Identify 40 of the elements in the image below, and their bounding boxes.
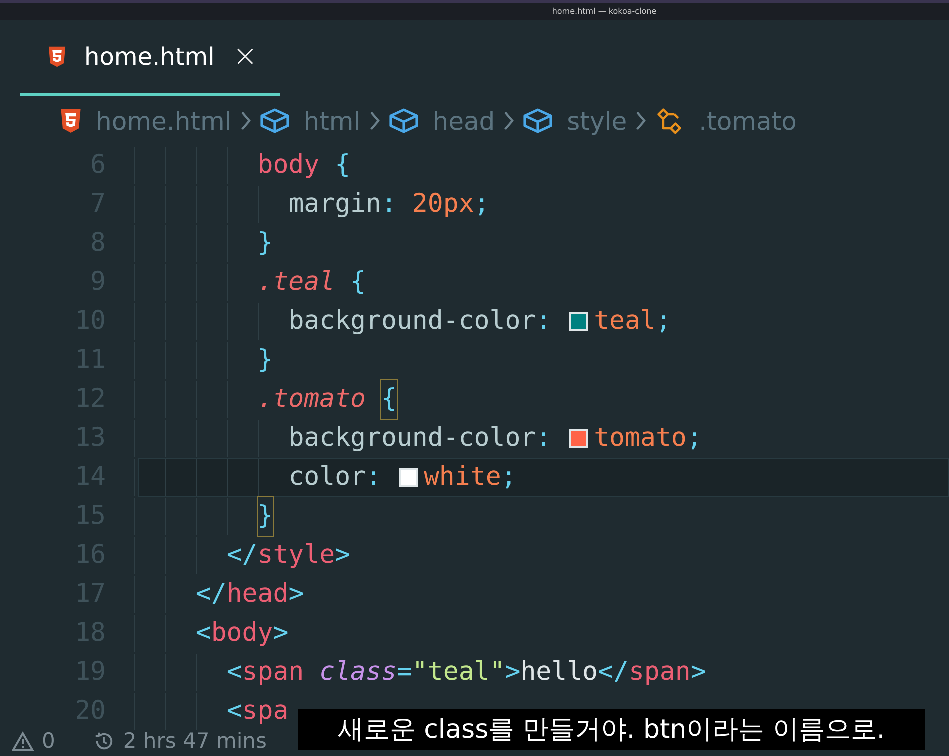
status-item[interactable]: 0: [12, 729, 56, 753]
chevron-icon: [635, 109, 648, 133]
history-icon: [93, 730, 116, 752]
chevron-icon: [368, 109, 381, 133]
code-line: background-color: teal;: [288, 305, 672, 338]
color-swatch[interactable]: [569, 429, 588, 448]
status-item[interactable]: 2 hrs 47 mins: [93, 729, 267, 753]
code-line: </style>: [226, 539, 351, 572]
window-title: home.html — kokoa-clone: [552, 7, 657, 16]
cube-icon: [388, 107, 419, 135]
code-line: .tomato {: [258, 381, 397, 418]
code-line: .teal {: [258, 266, 366, 299]
breadcrumb-item[interactable]: html: [260, 106, 361, 136]
code-line: color: white;: [288, 461, 517, 494]
html5-icon: [48, 44, 67, 68]
close-icon[interactable]: ×: [232, 42, 258, 72]
code-line: }: [258, 227, 274, 260]
chevron-icon: [240, 109, 252, 133]
breadcrumb-item[interactable]: style: [523, 106, 628, 136]
color-swatch[interactable]: [398, 468, 418, 487]
code-line: margin: 20px;: [288, 188, 490, 221]
html5-icon: [60, 109, 82, 133]
cube-icon: [260, 107, 290, 135]
chevron-icon: [503, 109, 516, 133]
code-line: }: [258, 344, 274, 377]
color-swatch[interactable]: [569, 312, 588, 331]
code-line: background-color: tomato;: [288, 422, 702, 455]
breadcrumb-item[interactable]: head: [388, 106, 496, 136]
code-line: <body>: [196, 617, 289, 650]
editor-tab[interactable]: home.html ×: [20, 20, 280, 96]
code-line: }: [258, 498, 274, 535]
warning-icon: [12, 730, 34, 752]
code-line: body {: [258, 149, 351, 182]
code-line: <spa: [226, 695, 289, 728]
breadcrumb-item[interactable]: home.html: [60, 106, 232, 136]
breadcrumb-item[interactable]: .tomato: [655, 106, 797, 136]
cube-icon: [523, 107, 554, 135]
code-line: </head>: [196, 578, 304, 611]
subtitle-caption: 새로운 class를 만들거야. btn이라는 이름으로.: [298, 709, 925, 750]
code-line: <span class="teal">hello</span>: [226, 656, 706, 689]
